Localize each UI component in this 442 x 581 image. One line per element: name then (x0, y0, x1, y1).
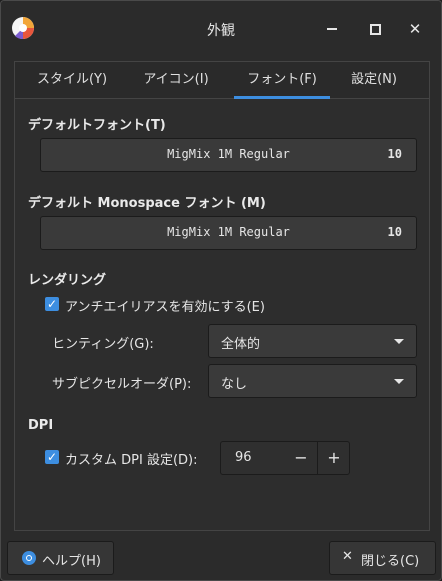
dpi-value[interactable]: 96 (235, 450, 252, 465)
default-font-name: MigMix 1M Regular (167, 147, 290, 161)
custom-dpi-checkbox[interactable]: ✓ (45, 450, 59, 464)
antialias-label[interactable]: アンチエイリアスを有効にする(E) (65, 296, 265, 315)
dpi-spinbutton[interactable]: 96 − + (220, 441, 350, 475)
close-button-label: 閉じる(C) (361, 554, 420, 569)
appearance-window: 外観 ✕ スタイル(Y) アイコン(I) フォント(F) 設定(N) デフォルト… (0, 0, 442, 581)
minus-icon[interactable]: − (285, 442, 317, 474)
custom-dpi-label[interactable]: カスタム DPI 設定(D): (65, 449, 197, 468)
tab-fonts[interactable]: フォント(F) (234, 62, 330, 99)
chevron-down-icon (394, 379, 404, 384)
antialias-checkbox[interactable]: ✓ (45, 297, 59, 311)
check-icon: ✓ (46, 450, 58, 464)
mono-font-name: MigMix 1M Regular (167, 225, 290, 239)
close-button[interactable]: ✕ 閉じる(C) (329, 541, 436, 575)
maximize-icon (369, 23, 381, 35)
help-button-label: ヘルプ(H) (42, 554, 101, 569)
tab-bar: スタイル(Y) アイコン(I) フォント(F) 設定(N) (15, 62, 429, 99)
tab-icons[interactable]: アイコン(I) (131, 62, 221, 98)
help-button[interactable]: ヘルプ(H) (7, 541, 114, 575)
settings-notebook: スタイル(Y) アイコン(I) フォント(F) 設定(N) デフォルトフォント(… (14, 61, 430, 531)
mono-font-label: デフォルト Monospace フォント (M) (28, 196, 266, 211)
minimize-icon (327, 28, 337, 30)
hinting-value: 全体的 (221, 337, 261, 352)
dpi-label: DPI (28, 418, 54, 433)
default-font-label: デフォルトフォント(T) (28, 118, 166, 133)
hinting-label: ヒンティング(G): (52, 337, 154, 352)
titlebar: 外観 ✕ (1, 1, 441, 57)
minimize-button[interactable] (318, 15, 346, 43)
subpixel-combo[interactable]: なし (208, 364, 417, 398)
subpixel-value: なし (221, 377, 248, 392)
hinting-combo[interactable]: 全体的 (208, 324, 417, 358)
chevron-down-icon (394, 339, 404, 344)
default-font-button[interactable]: MigMix 1M Regular 10 (40, 138, 417, 172)
close-window-button[interactable]: ✕ (401, 15, 429, 43)
mono-font-size: 10 (387, 225, 402, 239)
close-icon: ✕ (342, 549, 353, 564)
plus-icon[interactable]: + (317, 442, 350, 474)
help-icon (22, 551, 36, 565)
maximize-button[interactable] (361, 15, 389, 43)
subpixel-label: サブピクセルオーダ(P): (52, 377, 192, 392)
close-icon: ✕ (408, 20, 422, 38)
mono-font-button[interactable]: MigMix 1M Regular 10 (40, 216, 417, 250)
tab-settings[interactable]: 設定(N) (341, 62, 407, 98)
rendering-label: レンダリング (28, 273, 107, 288)
tab-style[interactable]: スタイル(Y) (27, 62, 117, 98)
check-icon: ✓ (46, 297, 58, 311)
default-font-size: 10 (387, 147, 402, 161)
